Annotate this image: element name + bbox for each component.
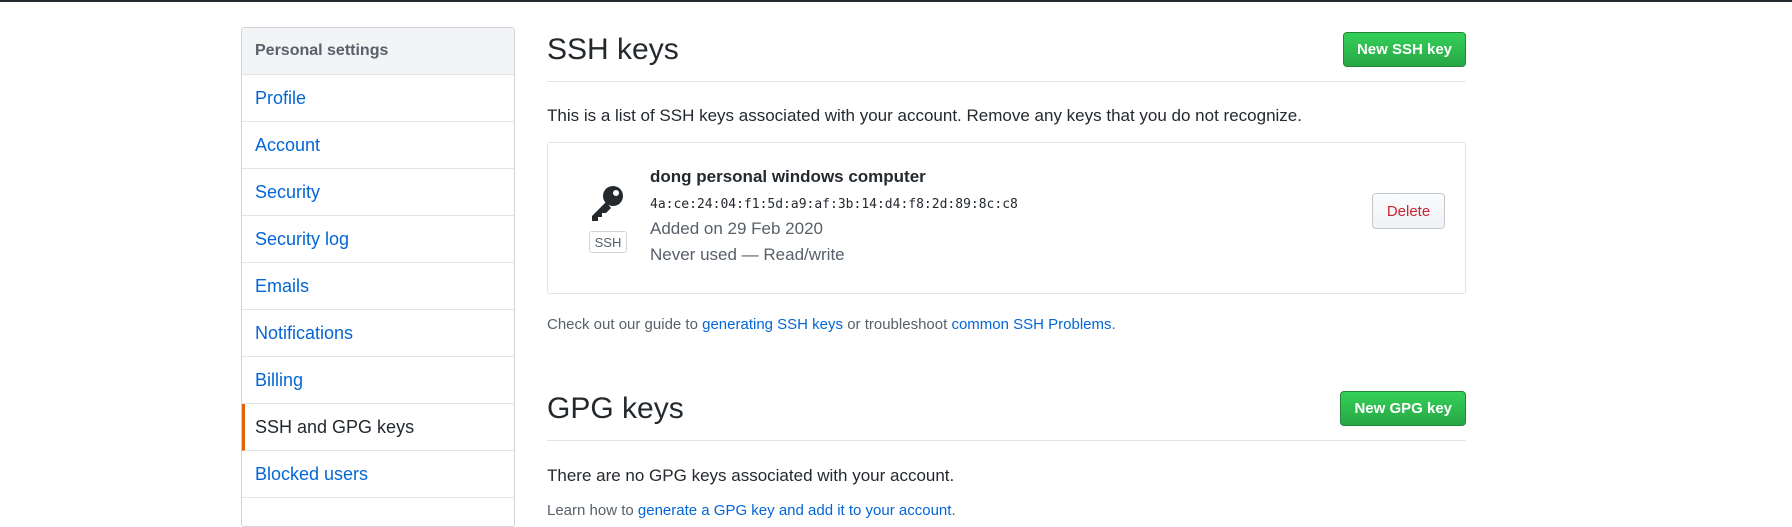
sidebar-item-notifications[interactable]: Notifications bbox=[242, 310, 514, 357]
ssh-section-header: SSH keys New SSH key bbox=[547, 32, 1466, 82]
common-ssh-problems-link[interactable]: common SSH Problems bbox=[951, 316, 1111, 333]
delete-ssh-key-button[interactable]: Delete bbox=[1372, 193, 1445, 229]
guide-suffix: . bbox=[1111, 316, 1116, 333]
gpg-empty-text: There are no GPG keys associated with yo… bbox=[547, 466, 955, 485]
ssh-key-usage: Never used — Read/write bbox=[650, 245, 845, 264]
ssh-badge: SSH bbox=[589, 231, 627, 253]
sidebar-item-profile[interactable]: Profile bbox=[242, 75, 514, 122]
ssh-section-title: SSH keys bbox=[547, 33, 679, 66]
learn-prefix: Learn how to bbox=[547, 502, 638, 519]
settings-sidebar: Personal settings Profile Account Securi… bbox=[241, 27, 515, 527]
new-ssh-key-button[interactable]: New SSH key bbox=[1342, 32, 1466, 67]
learn-suffix: . bbox=[951, 502, 956, 519]
ssh-key-added-date: Added on 29 Feb 2020 bbox=[650, 219, 823, 238]
guide-middle: or troubleshoot bbox=[843, 316, 952, 333]
gpg-learn-text: Learn how to generate a GPG key and add … bbox=[547, 502, 956, 519]
sidebar-item-account[interactable]: Account bbox=[242, 122, 514, 169]
sidebar-item-ssh-gpg-keys[interactable]: SSH and GPG keys bbox=[242, 404, 514, 451]
gpg-section-header: GPG keys New GPG key bbox=[547, 391, 1466, 441]
generate-gpg-key-link[interactable]: generate a GPG key and add it to your ac… bbox=[638, 502, 952, 519]
new-gpg-key-button[interactable]: New GPG key bbox=[1340, 391, 1466, 426]
ssh-key-title: dong personal windows computer bbox=[650, 167, 926, 186]
main-content: SSH keys New SSH key This is a list of S… bbox=[547, 0, 1466, 519]
ssh-description: This is a list of SSH keys associated wi… bbox=[547, 106, 1302, 125]
sidebar-item-blocked-users[interactable]: Blocked users bbox=[242, 451, 514, 498]
generating-ssh-keys-link[interactable]: generating SSH keys bbox=[702, 316, 843, 333]
guide-prefix: Check out our guide to bbox=[547, 316, 703, 333]
key-icon bbox=[588, 183, 628, 223]
sidebar-header: Personal settings bbox=[242, 28, 514, 75]
sidebar-item-billing[interactable]: Billing bbox=[242, 357, 514, 404]
ssh-guide-text: Check out our guide to generating SSH ke… bbox=[547, 316, 1116, 333]
ssh-key-item: SSH dong personal windows computer 4a:ce… bbox=[547, 142, 1466, 294]
sidebar-item-security[interactable]: Security bbox=[242, 169, 514, 216]
gpg-section-title: GPG keys bbox=[547, 392, 684, 425]
sidebar-item-security-log[interactable]: Security log bbox=[242, 216, 514, 263]
sidebar-item-emails[interactable]: Emails bbox=[242, 263, 514, 310]
ssh-key-fingerprint: 4a:ce:24:04:f1:5d:a9:af:3b:14:d4:f8:2d:8… bbox=[650, 197, 1018, 212]
